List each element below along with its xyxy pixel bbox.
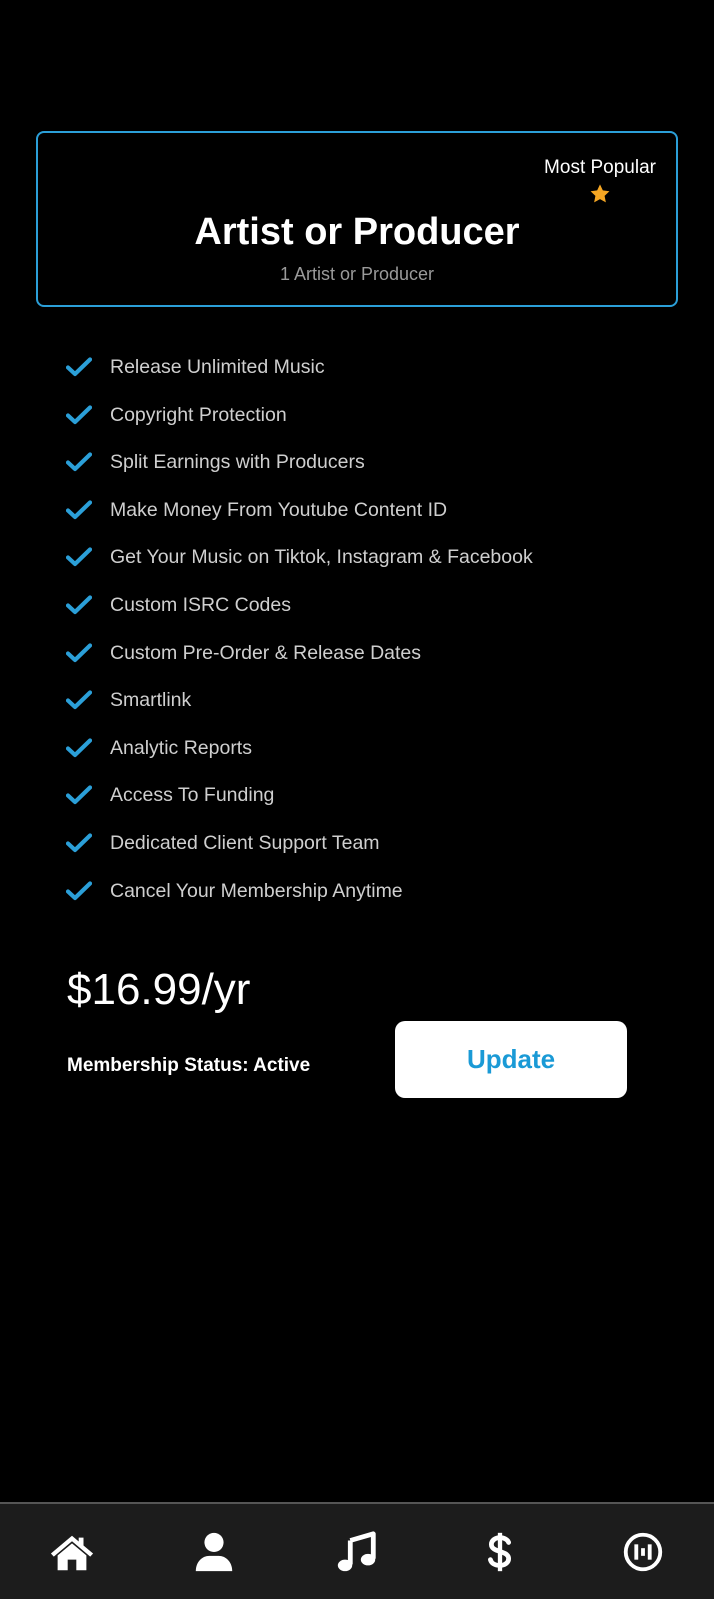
- plan-card[interactable]: Most Popular Artist or Producer 1 Artist…: [36, 131, 678, 307]
- home-icon: [50, 1535, 94, 1571]
- feature-label: Get Your Music on Tiktok, Instagram & Fa…: [110, 546, 533, 569]
- plan-title: Artist or Producer: [194, 211, 520, 253]
- dollar-icon: [488, 1532, 512, 1572]
- check-icon: [66, 880, 92, 900]
- feature-item: Custom Pre-Order & Release Dates: [66, 642, 666, 690]
- check-icon: [66, 785, 92, 805]
- nav-earnings[interactable]: [476, 1530, 524, 1574]
- feature-label: Analytic Reports: [110, 736, 252, 759]
- feature-label: Smartlink: [110, 689, 192, 712]
- check-icon: [66, 833, 92, 853]
- feature-item: Dedicated Client Support Team: [66, 832, 666, 880]
- check-icon: [66, 357, 92, 377]
- brand-logo-icon: [623, 1532, 663, 1572]
- feature-item: Make Money From Youtube Content ID: [66, 499, 666, 547]
- check-icon: [66, 738, 92, 757]
- membership-status: Membership Status: Active: [67, 1055, 311, 1076]
- music-note-icon: [337, 1531, 376, 1572]
- nav-music[interactable]: [333, 1530, 381, 1574]
- feature-label: Copyright Protection: [110, 403, 287, 426]
- nav-brand[interactable]: [619, 1530, 667, 1574]
- feature-item: Split Earnings with Producers: [66, 451, 666, 499]
- feature-item: Get Your Music on Tiktok, Instagram & Fa…: [66, 546, 666, 594]
- feature-item: Analytic Reports: [66, 737, 666, 785]
- nav-home[interactable]: [48, 1530, 96, 1574]
- feature-item: Release Unlimited Music: [66, 356, 666, 404]
- feature-item: Cancel Your Membership Anytime: [66, 880, 666, 928]
- update-button[interactable]: Update: [395, 1021, 627, 1098]
- feature-label: Release Unlimited Music: [110, 356, 325, 378]
- most-popular-badge: Most Popular: [544, 157, 656, 205]
- check-icon: [66, 404, 92, 424]
- feature-label: Cancel Your Membership Anytime: [110, 879, 403, 902]
- check-icon: [66, 595, 92, 615]
- bottom-nav: [0, 1502, 714, 1599]
- feature-label: Split Earnings with Producers: [110, 451, 365, 474]
- feature-label: Dedicated Client Support Team: [110, 831, 380, 854]
- plan-price: $16.99/yr: [67, 965, 251, 1014]
- feature-item: Copyright Protection: [66, 404, 666, 452]
- profile-icon: [195, 1532, 233, 1572]
- feature-item: Custom ISRC Codes: [66, 594, 666, 642]
- feature-item: Access To Funding: [66, 784, 666, 832]
- feature-label: Make Money From Youtube Content ID: [110, 498, 448, 521]
- check-icon: [66, 452, 92, 472]
- feature-label: Custom Pre-Order & Release Dates: [110, 641, 422, 664]
- feature-label: Custom ISRC Codes: [110, 593, 291, 616]
- nav-profile[interactable]: [190, 1530, 238, 1574]
- feature-list: Release Unlimited Music Copyright Protec…: [66, 356, 666, 927]
- plan-subtitle: 1 Artist or Producer: [279, 264, 435, 284]
- feature-label: Access To Funding: [110, 784, 275, 807]
- feature-item: Smartlink: [66, 689, 666, 737]
- check-icon: [66, 690, 92, 710]
- check-icon: [66, 547, 92, 567]
- check-icon: [66, 642, 92, 662]
- star-icon: [590, 184, 610, 203]
- most-popular-label: Most Popular: [544, 157, 656, 178]
- check-icon: [66, 500, 92, 519]
